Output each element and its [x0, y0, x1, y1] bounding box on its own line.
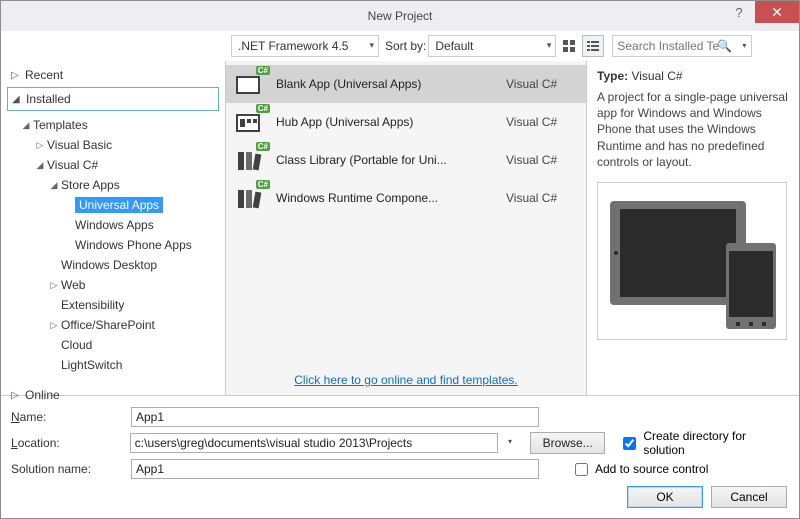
add-source-control-checkbox[interactable] [575, 463, 588, 476]
create-directory-label: Create directory for solution [643, 429, 789, 457]
title-bar: New Project ? ✕ [1, 1, 799, 31]
location-label: Location: [11, 436, 130, 450]
tree-universal-apps[interactable]: ▷Universal Apps [11, 195, 225, 215]
ok-button[interactable]: OK [627, 486, 703, 508]
sortby-label: Sort by: [385, 39, 426, 53]
chevron-down-icon: ◢ [21, 120, 31, 131]
chevron-down-icon: ▾ [369, 40, 374, 51]
chevron-down-icon[interactable]: ▾ [508, 437, 512, 446]
tree-visual-csharp[interactable]: ◢Visual C# [11, 155, 225, 175]
chevron-right-icon: ▷ [49, 320, 59, 331]
chevron-down-icon: ▾ [547, 40, 552, 51]
name-label: Name: [11, 410, 131, 424]
chevron-right-icon: ▷ [35, 140, 45, 151]
window-title: New Project [368, 9, 433, 23]
tree-cloud[interactable]: ▷Cloud [11, 335, 225, 355]
tree-templates[interactable]: ◢Templates [11, 115, 225, 135]
tree-windows-desktop[interactable]: ▷Windows Desktop [11, 255, 225, 275]
browse-button[interactable]: Browse... [530, 432, 605, 454]
framework-combo[interactable]: .NET Framework 4.5 ▾ [231, 35, 379, 57]
detail-pane: Type: Visual C# A project for a single-p… [587, 61, 799, 395]
search-icon: 🔍 [717, 39, 732, 53]
type-label: Type: [597, 69, 628, 83]
nav-recent[interactable]: ▷Recent [1, 63, 225, 87]
tree-visual-basic[interactable]: ▷Visual Basic [11, 135, 225, 155]
tree-windows-apps[interactable]: ▷Windows Apps [11, 215, 225, 235]
tree-web[interactable]: ▷Web [11, 275, 225, 295]
chevron-down-icon: ◢ [12, 94, 22, 105]
list-icon [586, 39, 600, 53]
tree-extensibility[interactable]: ▷Extensibility [11, 295, 225, 315]
tree-office-sharepoint[interactable]: ▷Office/SharePoint [11, 315, 225, 335]
cancel-button[interactable]: Cancel [711, 486, 787, 508]
view-medium-icons-button[interactable] [558, 35, 580, 57]
tree-lightswitch[interactable]: ▷LightSwitch [11, 355, 225, 375]
hub-app-icon: C# [234, 108, 266, 136]
nav-installed[interactable]: ◢Installed [7, 87, 219, 111]
chevron-down-icon: ▾ [742, 41, 746, 50]
tree-store-apps[interactable]: ◢Store Apps [11, 175, 225, 195]
help-button[interactable]: ? [723, 1, 755, 23]
class-library-icon: C# [234, 146, 266, 174]
runtime-component-icon: C# [234, 184, 266, 212]
template-class-library[interactable]: C# Class Library (Portable for Uni... Vi… [226, 141, 586, 179]
name-input[interactable] [131, 407, 539, 427]
template-description: A project for a single-page universal ap… [597, 89, 789, 170]
location-input[interactable] [130, 433, 498, 453]
toolbar: .NET Framework 4.5 ▾ Sort by: Default ▾ … [1, 31, 799, 61]
preview-image [597, 182, 787, 340]
solution-name-label: Solution name: [11, 462, 131, 476]
blank-app-icon: C# [234, 70, 266, 98]
phone-icon [726, 243, 776, 329]
category-tree: ▷Recent ◢Installed ◢Templates ▷Visual Ba… [1, 61, 225, 395]
nav-online[interactable]: ▷Online [1, 383, 225, 407]
template-blank-app[interactable]: C# Blank App (Universal Apps) Visual C# [226, 65, 586, 103]
sortby-value: Default [435, 39, 473, 53]
tree-windows-phone-apps[interactable]: ▷Windows Phone Apps [11, 235, 225, 255]
view-small-icons-button[interactable] [582, 35, 604, 57]
grid-icon [562, 39, 576, 53]
chevron-down-icon: ◢ [35, 160, 45, 171]
add-source-control-label: Add to source control [595, 462, 708, 476]
chevron-right-icon: ▷ [11, 390, 21, 401]
online-templates-link[interactable]: Click here to go online and find templat… [294, 373, 517, 387]
template-runtime-component[interactable]: C# Windows Runtime Compone... Visual C# [226, 179, 586, 217]
type-value: Visual C# [631, 69, 682, 83]
close-button[interactable]: ✕ [755, 1, 799, 23]
template-list: C# Blank App (Universal Apps) Visual C# … [225, 61, 587, 395]
framework-value: .NET Framework 4.5 [238, 39, 348, 53]
chevron-right-icon: ▷ [11, 70, 21, 81]
project-form: Name: Location: ▾ Browse... Create direc… [1, 396, 799, 482]
sortby-combo[interactable]: Default ▾ [428, 35, 556, 57]
template-hub-app[interactable]: C# Hub App (Universal Apps) Visual C# [226, 103, 586, 141]
create-directory-checkbox[interactable] [623, 437, 636, 450]
chevron-down-icon: ◢ [49, 180, 59, 191]
chevron-right-icon: ▷ [49, 280, 59, 291]
solution-name-input[interactable] [131, 459, 539, 479]
